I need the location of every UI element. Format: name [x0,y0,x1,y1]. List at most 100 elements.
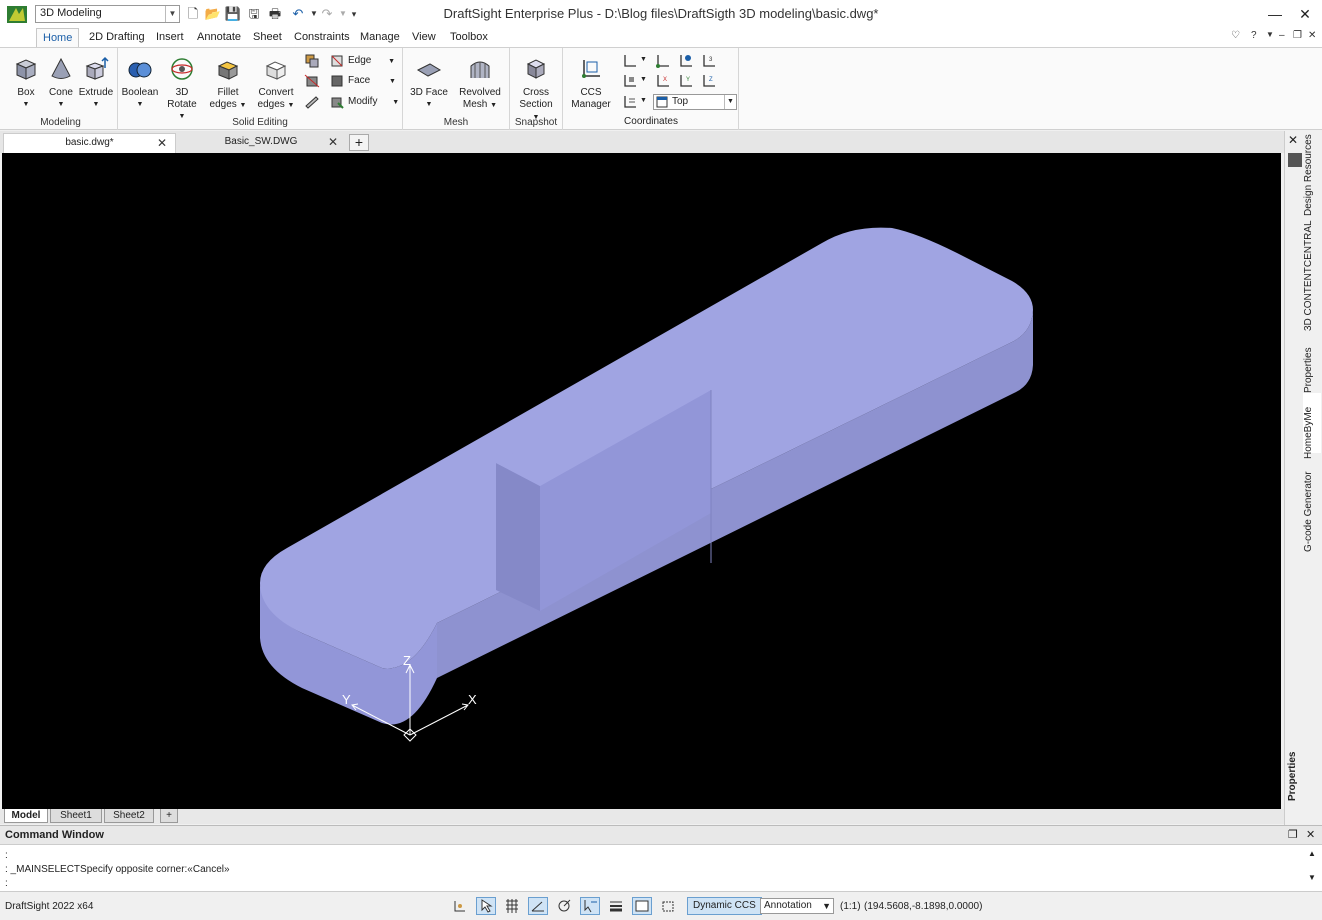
command-window-header: Command Window ❐ ✕ [0,826,1322,845]
chevron-down-icon: ▼ [490,102,498,109]
3d-face-button[interactable]: 3D Face ▼ [409,52,449,112]
snapshot-group-label: Snapshot [514,117,558,128]
quick-input-icon[interactable] [632,897,652,915]
extrude-icon [85,56,109,80]
tab-home[interactable]: Home [36,28,80,47]
side-tab-label: Design Resources [1303,134,1314,216]
fillet-edges-icon [217,61,239,80]
ccs-entity-icon[interactable] [622,73,638,89]
ccs-x-icon[interactable]: X [655,73,671,89]
separate-icon[interactable] [304,53,320,69]
lineweight-icon[interactable] [606,897,626,915]
pin-icon[interactable] [1288,153,1302,167]
tab-view[interactable]: View [406,28,442,47]
drawing-canvas[interactable]: Z Y X [2,153,1281,809]
ccs-world-icon[interactable] [622,53,638,69]
view-dropdown[interactable]: Top ▼ [653,94,737,110]
tab-sheet[interactable]: Sheet [247,28,288,47]
tab-annotate[interactable]: Annotate [191,28,247,47]
close-icon[interactable]: ✕ [157,134,167,152]
ccs-manager-icon [582,60,600,78]
esnap-icon[interactable] [554,897,574,915]
boolean-button[interactable]: Boolean ▼ [120,52,160,112]
polar-icon[interactable] [528,897,548,915]
doc-tab-label: basic.dwg* [65,137,114,148]
modify-button[interactable]: Modify ▼ [328,93,399,111]
chevron-down-icon: ▼ [136,101,144,108]
close-icon[interactable]: ✕ [328,133,338,151]
sheet-tab-model[interactable]: Model [4,809,48,823]
document-tab-bar: basic.dwg* ✕ Basic_SW.DWG ✕ + [0,131,1284,153]
sheet-tab-sheet2[interactable]: Sheet2 [104,809,154,823]
command-history-line: : _MAINSELECTSpecify opposite corner:«Ca… [5,864,230,875]
ccs-z-icon[interactable]: Z [701,73,717,89]
3d-rotate-button[interactable]: 3D Rotate ▼ [160,52,204,120]
chevron-down-icon[interactable]: ▼ [640,56,647,63]
command-prompt[interactable]: : [5,878,8,889]
edge-icon [331,55,343,67]
selection-preview-icon[interactable] [658,897,678,915]
heart-icon[interactable]: ♡ [1231,30,1240,41]
edge-label: Edge [348,55,372,66]
minimize-icon[interactable]: — [1260,3,1290,25]
ccs-view-icon[interactable] [678,53,694,69]
side-tab-gcode-generator[interactable]: G-code Generator [1303,471,1321,642]
top-view-icon [656,96,668,108]
help-dropdown-icon[interactable]: ▼ [1266,30,1274,39]
face-button[interactable]: Face ▼ [328,72,396,90]
close-icon[interactable]: ✕ [1306,826,1315,844]
help-icon[interactable]: ? [1251,30,1257,41]
modify-label: Modify [348,96,378,107]
doc-close-icon[interactable]: ✕ [1308,30,1316,41]
cone-button[interactable]: Cone ▼ [41,52,81,112]
interference-icon[interactable] [304,73,320,89]
doc-minimize-icon[interactable]: – [1279,30,1285,41]
fillet-label-row: edges ▼ [208,99,248,112]
svg-text:X: X [663,77,667,83]
add-sheet-button[interactable]: + [160,809,178,823]
chevron-down-icon: ▼ [57,101,65,108]
snap-cursor-icon[interactable] [476,897,496,915]
edge-button[interactable]: Edge ▼ [328,52,395,70]
fillet-edges-button[interactable]: Fillet edges ▼ [208,52,248,112]
tab-manage[interactable]: Manage [354,28,406,47]
doc-restore-icon[interactable]: ❐ [1293,30,1302,41]
tab-insert[interactable]: Insert [150,28,190,47]
restore-icon[interactable]: ❐ [1288,826,1298,844]
side-tab-label: 3D CONTENTCENTRAL [1303,220,1314,331]
revolved-mesh-button[interactable]: Revolved Mesh ▼ [458,52,502,112]
named-ccs-icon[interactable] [622,94,638,110]
side-panel: ✕ Design Resources 3D CONTENTCENTRAL Pro… [1284,131,1322,825]
tab-2d-drafting[interactable]: 2D Drafting [83,28,151,47]
extrude-button[interactable]: Extrude ▼ [76,52,116,112]
annotation-scale-dropdown[interactable]: Annotation ▼ [760,898,834,914]
svg-text:Z: Z [709,77,713,83]
dynamic-ccs-toggle[interactable]: Dynamic CCS [687,897,762,915]
ucs-y-label: Y [342,692,351,707]
chevron-down-icon[interactable]: ▼ [640,76,647,83]
cross-section-button[interactable]: Cross Section ▼ [516,52,556,121]
doc-tab-basic-sw[interactable]: Basic_SW.DWG ✕ [176,133,346,153]
close-window-icon[interactable]: ✕ [1290,3,1320,25]
tab-toolbox[interactable]: Toolbox [444,28,494,47]
ccs-label-2: Manager [571,99,611,110]
convert-label-2: edges [257,99,285,110]
ortho-icon[interactable] [450,897,470,915]
convert-edges-button[interactable]: Convert edges ▼ [254,52,298,112]
ccs-manager-button[interactable]: CCS Manager [569,52,613,112]
box-button[interactable]: Box ▼ [6,52,46,112]
ccs-origin-icon[interactable] [655,53,671,69]
slice-icon[interactable] [304,94,320,110]
ccs-y-icon[interactable]: Y [678,73,694,89]
command-scrollbar[interactable]: ▲ ▼ [1306,848,1318,888]
chevron-down-icon[interactable]: ▼ [640,97,647,104]
ccs-3point-icon[interactable]: 3 [701,53,717,69]
close-icon[interactable]: ✕ [1288,133,1298,147]
etrack-icon[interactable] [580,897,600,915]
new-tab-button[interactable]: + [349,134,369,151]
doc-tab-basic[interactable]: basic.dwg* ✕ [3,133,176,153]
grid-icon[interactable] [502,897,522,915]
tab-constraints[interactable]: Constraints [288,28,356,47]
annotation-value: Annotation [764,900,812,911]
sheet-tab-sheet1[interactable]: Sheet1 [50,809,102,823]
